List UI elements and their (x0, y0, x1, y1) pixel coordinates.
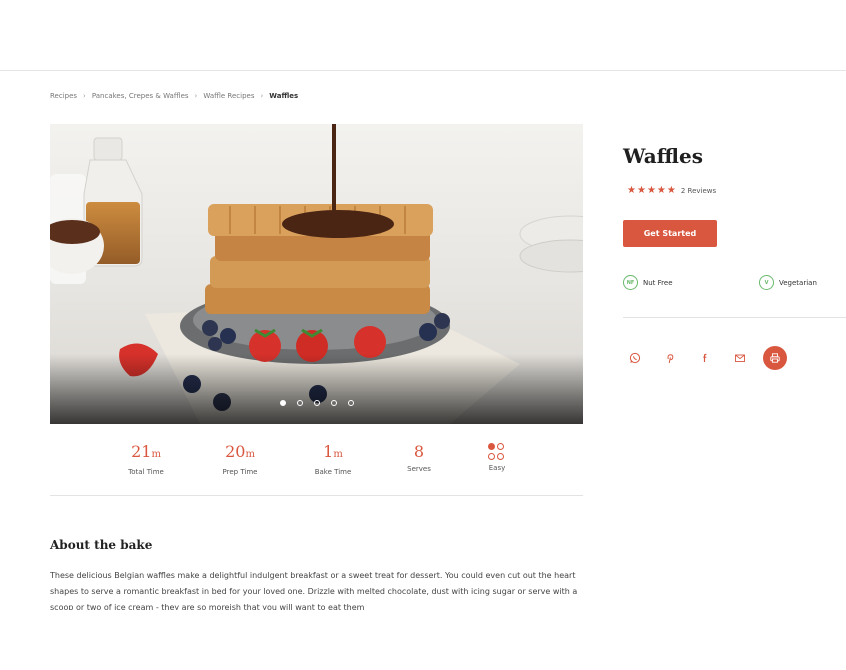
stat-unit: m (245, 449, 255, 460)
stat-label: Prep Time (222, 468, 258, 476)
waffle-photo (50, 124, 583, 424)
breadcrumb-separator: › (83, 92, 86, 100)
stat-difficulty: Easy (457, 440, 537, 472)
stat-bake-time: 1m Bake Time (293, 440, 373, 476)
breadcrumb-waffle-recipes[interactable]: Waffle Recipes (203, 92, 254, 100)
breadcrumb-current: Waffles (269, 92, 299, 100)
breadcrumb-recipes[interactable]: Recipes (50, 92, 77, 100)
carousel-dots (50, 400, 583, 406)
difficulty-dots-icon (488, 443, 506, 461)
tag-nut-free: NF Nut Free (623, 275, 673, 290)
breadcrumb-separator: › (260, 92, 264, 100)
recipe-title: Waffles (623, 144, 703, 168)
nut-free-icon: NF (623, 275, 638, 290)
email-icon[interactable] (728, 346, 752, 370)
breadcrumb: Recipes › Pancakes, Crepes & Waffles › W… (50, 92, 298, 100)
facebook-icon[interactable] (693, 346, 717, 370)
reviews-link[interactable]: 2 Reviews (681, 187, 716, 195)
rating[interactable]: ★ ★ ★ ★ ★ 2 Reviews (627, 185, 716, 197)
star-icon: ★ (627, 185, 636, 196)
about-heading: About the bake (50, 538, 153, 552)
star-icon: ★ (666, 185, 676, 196)
carousel-dot[interactable] (296, 400, 303, 406)
stat-unit: m (333, 449, 343, 460)
tag-label: Nut Free (643, 278, 673, 287)
stat-value: 20 (225, 442, 246, 461)
print-icon[interactable] (763, 346, 787, 370)
stat-label: Total Time (128, 468, 164, 476)
about-description: These delicious Belgian waffles make a d… (50, 571, 578, 610)
star-icon: ★ (636, 185, 646, 196)
vegetarian-icon: V (759, 275, 774, 290)
star-icon: ★ (656, 185, 666, 196)
carousel-dot[interactable] (279, 400, 286, 406)
stat-label: Serves (407, 465, 431, 473)
tag-vegetarian: V Vegetarian (759, 275, 817, 290)
stat-value: 21 (131, 442, 152, 461)
whatsapp-icon[interactable] (623, 346, 647, 370)
tag-label: Vegetarian (779, 278, 817, 287)
carousel-dot[interactable] (347, 400, 354, 406)
stat-value: 8 (413, 442, 425, 461)
pinterest-icon[interactable] (658, 346, 682, 370)
site-header (0, 0, 846, 71)
stat-label: Bake Time (314, 468, 352, 476)
breadcrumb-separator: › (194, 92, 198, 100)
carousel-dot[interactable] (313, 400, 320, 406)
stat-value: 1 (323, 442, 334, 461)
carousel-dot[interactable] (330, 400, 337, 406)
stat-serves: 8 Serves (379, 440, 459, 473)
divider (623, 317, 846, 318)
star-icon: ★ (646, 185, 656, 196)
stat-prep-time: 20m Prep Time (200, 440, 280, 476)
share-bar (623, 346, 787, 370)
stat-unit: m (151, 449, 161, 460)
stat-label: Easy (488, 464, 506, 472)
recipe-image-carousel[interactable] (50, 124, 583, 424)
stat-total-time: 21m Total Time (106, 440, 186, 476)
breadcrumb-pancakes[interactable]: Pancakes, Crepes & Waffles (92, 92, 189, 100)
recipe-stats: 21m Total Time 20m Prep Time 1m Bake Tim… (50, 440, 583, 496)
get-started-button[interactable]: Get Started (623, 220, 717, 247)
